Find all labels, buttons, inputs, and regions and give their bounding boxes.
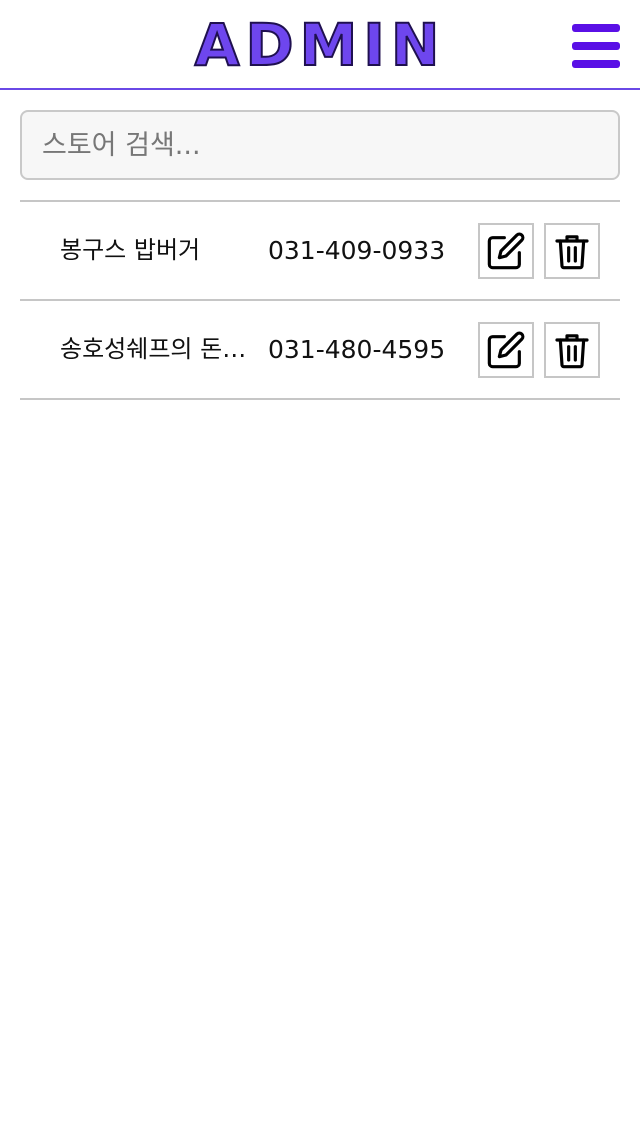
trash-icon: [555, 334, 589, 369]
delete-button[interactable]: [544, 223, 600, 279]
menu-bar: [572, 24, 620, 32]
store-phone: 031-480-4595: [268, 335, 446, 364]
edit-icon: [487, 331, 525, 369]
menu-bar: [572, 60, 620, 68]
hamburger-menu-icon[interactable]: [572, 24, 620, 68]
store-row: 봉구스 밥버거 031-409-0933: [20, 202, 620, 301]
store-name: 봉구스 밥버거: [60, 236, 201, 264]
edit-icon: [487, 232, 525, 270]
edit-button[interactable]: [478, 223, 534, 279]
edit-button[interactable]: [478, 322, 534, 378]
search-container: [20, 110, 620, 180]
admin-logo: ADMIN: [194, 11, 446, 79]
store-list: 봉구스 밥버거 031-409-0933 송호성쉐프의 돈… 031-480-4…: [20, 200, 620, 400]
menu-bar: [572, 42, 620, 50]
app-header: ADMIN: [0, 0, 640, 90]
delete-button[interactable]: [544, 322, 600, 378]
store-name: 송호성쉐프의 돈…: [60, 335, 247, 363]
store-row: 송호성쉐프의 돈… 031-480-4595: [20, 301, 620, 400]
trash-icon: [555, 235, 589, 270]
store-search-input[interactable]: [20, 110, 620, 180]
store-phone: 031-409-0933: [268, 236, 446, 265]
